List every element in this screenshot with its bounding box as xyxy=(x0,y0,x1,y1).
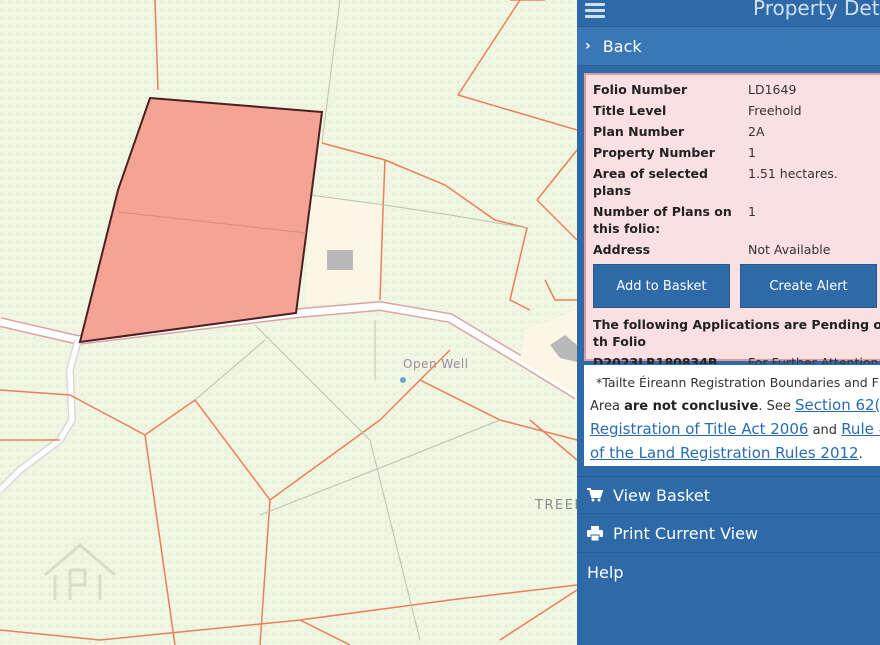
disclaimer-text: Area xyxy=(590,399,620,414)
well-marker xyxy=(400,377,406,383)
help-label: Help xyxy=(587,562,624,582)
property-details-panel: Property Det › Back Folio Number LD1649 T… xyxy=(577,0,880,645)
disclaimer-line-2: Area are not conclusive. See Section 62(… xyxy=(590,394,880,418)
detail-value: Freehold xyxy=(748,103,802,118)
chevron-right-icon: › xyxy=(585,38,591,54)
detail-label: Plan Number xyxy=(593,124,685,139)
view-basket-label: View Basket xyxy=(613,485,710,505)
detail-row-plan-number: Plan Number 2A xyxy=(593,123,880,140)
disclaimer-text: . xyxy=(858,447,863,462)
pending-applications-heading: The following Applications are Pending o… xyxy=(593,317,880,349)
registration-disclaimer: *Tailte Éireann Registration Boundaries … xyxy=(583,364,880,467)
detail-label: Property Number xyxy=(593,145,715,160)
create-alert-button[interactable]: Create Alert xyxy=(740,264,877,308)
back-button[interactable]: › Back xyxy=(577,27,880,66)
detail-label: Area of selected plans xyxy=(593,166,708,198)
disclaimer-line-3: Registration of Title Act 2006 and Rule … xyxy=(590,418,880,442)
detail-label: Number of Plans on this folio: xyxy=(593,204,732,236)
disclaimer-text: . See xyxy=(758,399,791,414)
map-canvas[interactable] xyxy=(0,0,577,645)
road-label: TREEL xyxy=(535,498,577,513)
detail-value: Not Available xyxy=(748,242,831,257)
detail-label: Title Level xyxy=(593,103,667,118)
rule-8-link[interactable]: Rule 8 xyxy=(841,420,880,438)
print-current-view-button[interactable]: Print Current View xyxy=(577,515,880,553)
registration-of-title-act-link[interactable]: Registration of Title Act 2006 xyxy=(590,420,808,438)
detail-row-folio: Folio Number LD1649 xyxy=(593,81,880,98)
hamburger-menu-icon[interactable] xyxy=(585,0,605,18)
panel-header: Property Det xyxy=(577,0,880,27)
detail-row-property-number: Property Number 1 xyxy=(593,144,880,161)
disclaimer-line-4: of the Land Registration Rules 2012. xyxy=(590,442,880,466)
detail-row-title-level: Title Level Freehold xyxy=(593,102,880,119)
detail-value: 2A xyxy=(748,124,765,139)
building xyxy=(327,250,353,270)
open-well-label: Open Well xyxy=(403,357,469,371)
detail-value: LD1649 xyxy=(748,82,797,97)
disclaimer-emphasis: are not conclusive xyxy=(624,399,759,414)
disclaimer-text: and xyxy=(812,423,838,438)
detail-value: 1 xyxy=(748,204,756,219)
help-button[interactable]: Help xyxy=(577,553,880,591)
land-registration-rules-link[interactable]: of the Land Registration Rules 2012 xyxy=(590,444,859,462)
detail-row-number-of-plans: Number of Plans on this folio: 1 xyxy=(593,203,880,237)
printer-icon xyxy=(587,526,605,541)
detail-value: 1 xyxy=(748,145,756,160)
view-basket-button[interactable]: View Basket xyxy=(577,476,880,514)
cart-icon xyxy=(587,488,605,502)
detail-row-area: Area of selected plans 1.51 hectares. xyxy=(593,165,880,199)
panel-title: Property Det xyxy=(753,0,880,20)
disclaimer-intro: *Tailte Éireann Registration Boundaries … xyxy=(596,375,879,390)
detail-label: Address xyxy=(593,242,651,257)
add-to-basket-button[interactable]: Add to Basket xyxy=(593,264,730,308)
map-view[interactable]: Open Well TREEL xyxy=(0,0,577,645)
detail-row-address: Address Not Available xyxy=(593,241,880,258)
folio-details-box: Folio Number LD1649 Title Level Freehold P… xyxy=(584,73,880,370)
section-62-link[interactable]: Section 62(2) xyxy=(795,396,880,414)
back-label: Back xyxy=(602,36,642,56)
detail-label: Folio Number xyxy=(593,82,688,97)
print-view-label: Print Current View xyxy=(613,524,759,543)
detail-value: 1.51 hectares. xyxy=(748,166,838,181)
